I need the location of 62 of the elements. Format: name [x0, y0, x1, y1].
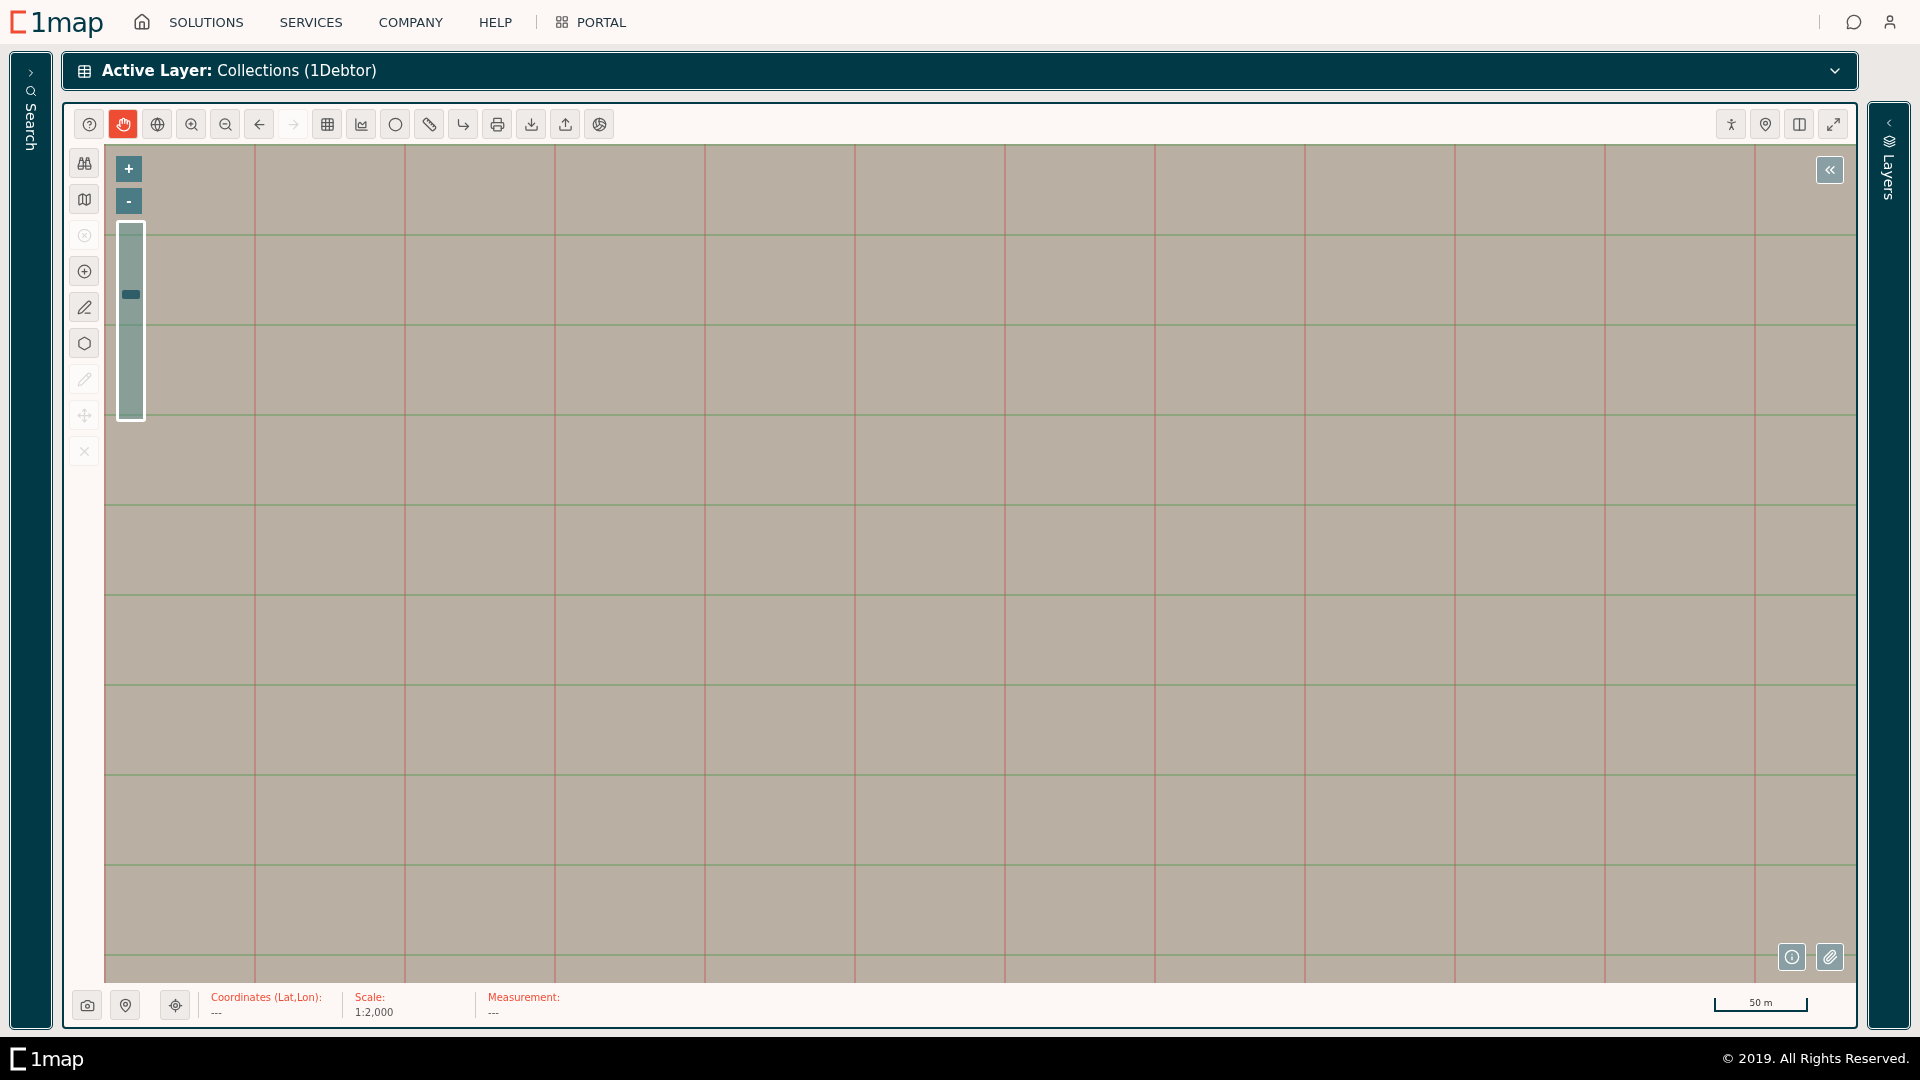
zoom-slider-thumb[interactable] [122, 289, 140, 299]
binoculars-icon[interactable] [69, 148, 99, 178]
scale-bar: 50 m [1714, 998, 1808, 1012]
search-icon [25, 85, 37, 97]
help-icon[interactable] [74, 109, 104, 139]
ruler-icon[interactable] [414, 109, 444, 139]
field-value: --- [488, 1007, 500, 1018]
zoom-in-icon[interactable] [176, 109, 206, 139]
field-label: Scale: [355, 992, 387, 1003]
person-icon[interactable] [1716, 109, 1746, 139]
home-icon[interactable] [133, 13, 152, 31]
table-icon [77, 63, 92, 79]
paperclip-icon [1822, 949, 1838, 965]
attach-button[interactable] [1816, 943, 1844, 971]
camera-icon[interactable] [72, 990, 102, 1020]
area-chart-icon[interactable] [346, 109, 376, 139]
download-icon[interactable] [516, 109, 546, 139]
footer-logo-text: 1map [30, 1046, 84, 1071]
user-icon[interactable] [1882, 14, 1898, 30]
circle-plus-icon[interactable] [69, 256, 99, 286]
search-panel[interactable]: Search [10, 52, 52, 1029]
map-pin-icon[interactable] [110, 990, 140, 1020]
logo-bracket-icon [10, 1046, 28, 1071]
nav-link[interactable]: HELP [478, 14, 512, 30]
globe-icon[interactable] [142, 109, 172, 139]
zoom-in-button[interactable]: + [116, 156, 142, 182]
nav-link[interactable]: COMPANY [378, 14, 443, 30]
zoom-out-button[interactable]: - [116, 188, 142, 214]
logo-text[interactable]: 1map [30, 6, 104, 38]
polygon-icon[interactable] [69, 328, 99, 358]
search-label: Search [23, 103, 39, 152]
upload-icon[interactable] [550, 109, 580, 139]
field-value: 1:2,000 [355, 1007, 395, 1018]
zoom-out-icon[interactable] [210, 109, 240, 139]
hand-icon[interactable] [108, 109, 138, 139]
map-placeholder[interactable]: + - [104, 144, 1856, 983]
field-label: Measurement: [488, 992, 562, 1003]
grid-icon [555, 15, 569, 29]
layers-panel[interactable]: Layers [1868, 102, 1910, 1029]
arrow-left-icon[interactable] [244, 109, 274, 139]
copyright-text: © 2019. All Rights Reserved. [1721, 1051, 1910, 1066]
chat-icon[interactable] [1846, 14, 1862, 30]
columns-icon[interactable] [1784, 109, 1814, 139]
info-icon [1784, 949, 1800, 965]
layers-label: Layers [1881, 154, 1897, 201]
printer-icon[interactable] [482, 109, 512, 139]
field-value: --- [211, 1007, 223, 1018]
zoom-slider[interactable] [116, 220, 146, 422]
active-layer-text: Active Layer: Collections (1Debtor) [102, 62, 378, 80]
collapse-button[interactable] [1816, 156, 1844, 184]
grid-icon[interactable] [312, 109, 342, 139]
info-button[interactable] [1778, 943, 1806, 971]
map-icon[interactable] [69, 184, 99, 214]
layers-icon [1882, 135, 1896, 148]
locate-icon[interactable] [160, 990, 190, 1020]
nav-link[interactable]: SOLUTIONS [169, 14, 244, 30]
field-label: Coordinates (Lat,Lon): [211, 992, 323, 1003]
expand-icon[interactable] [1818, 109, 1848, 139]
portal-link[interactable]: PORTAL [577, 14, 627, 30]
nav-link[interactable]: SERVICES [279, 14, 343, 30]
logo-bracket-icon [10, 10, 28, 34]
map-pin-icon[interactable] [1750, 109, 1780, 139]
